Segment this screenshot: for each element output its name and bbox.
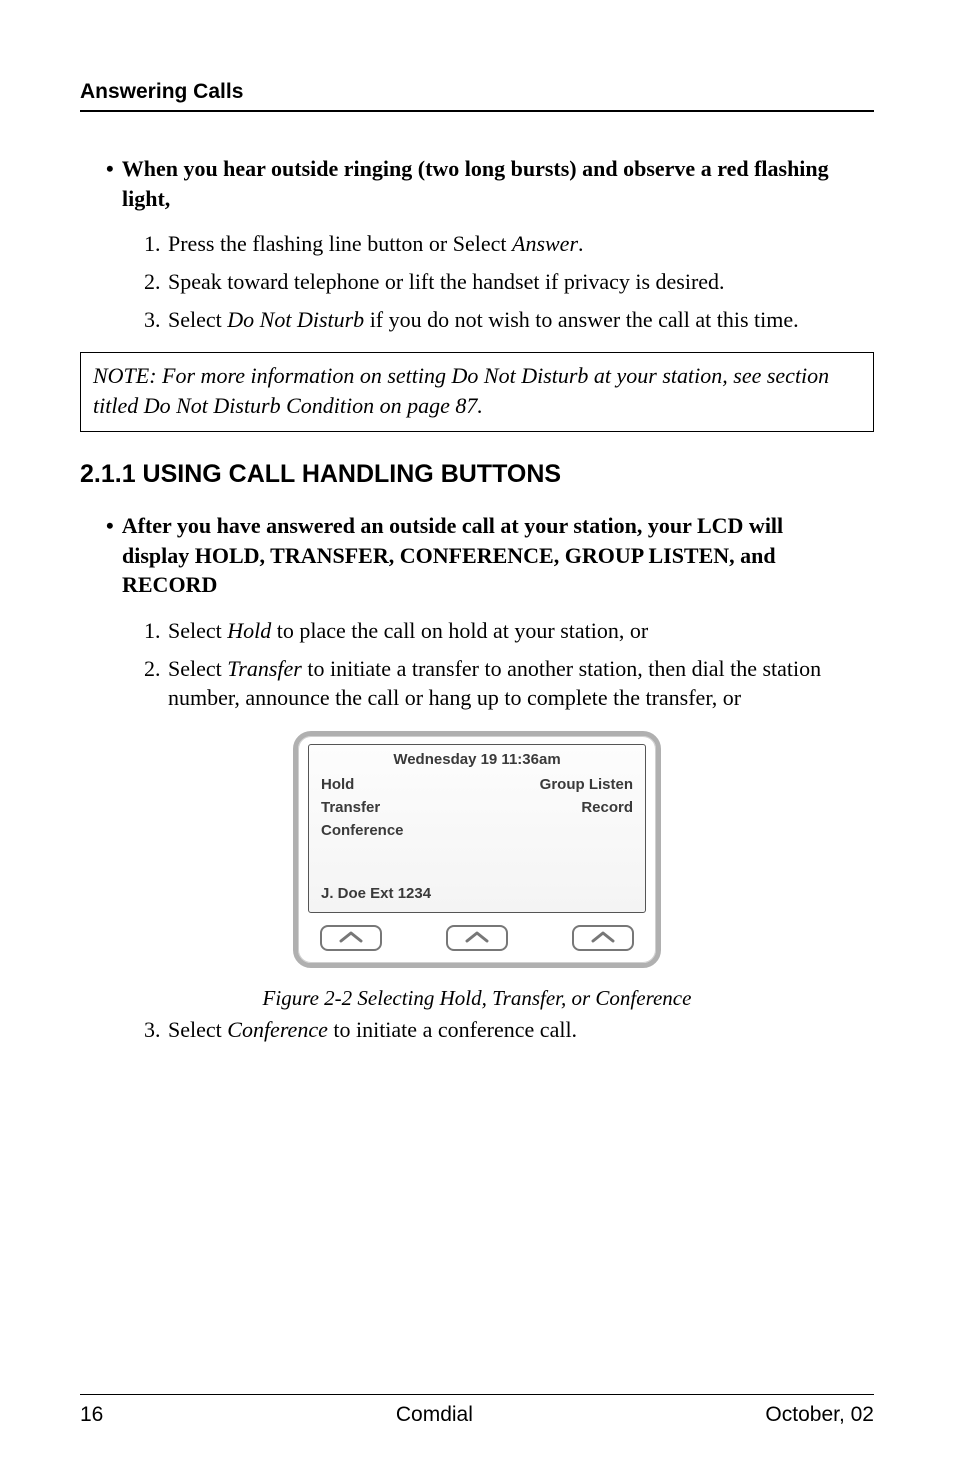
lcd-row: Hold Group Listen [321,776,633,793]
bullet-icon: • [106,513,122,538]
lcd-spacer [321,845,633,879]
subheading: 2.1.1 USING CALL HANDLING BUTTONS [80,460,874,489]
chevron-up-icon [337,925,365,951]
chevron-up-icon [589,925,617,951]
bullet-icon: • [106,156,122,181]
lcd-left: Hold [321,776,354,793]
section-a-lead: •When you hear outside ringing (two long… [106,154,874,213]
chevron-up-icon [463,925,491,951]
figure-wrap: Wednesday 19 11:36am Hold Group Listen T… [80,731,874,968]
section-b-steps-continued: Select Conference to initiate a conferen… [166,1015,874,1045]
lcd-left: Transfer [321,799,380,816]
list-item: Select Transfer to initiate a transfer t… [166,654,874,713]
step-text: Select [168,307,227,332]
running-head: Answering Calls [80,80,874,112]
step-post: to place the call on hold at your statio… [271,618,648,643]
section-b-steps: Select Hold to place the call on hold at… [166,616,874,713]
step-ital: Answer [512,231,578,256]
soft-key-3[interactable] [572,925,634,951]
page-footer: 16 Comdial October, 02 [80,1394,874,1427]
step-text: Press the flashing line button or Select [168,231,512,256]
step-text: Select [168,1017,227,1042]
note-text: NOTE: For more information on setting Do… [93,363,829,418]
step-ital: Hold [227,618,271,643]
page-number: 16 [80,1403,103,1427]
step-ital: Conference [227,1017,328,1042]
step-ital: Transfer [227,656,302,681]
lcd-right: Group Listen [540,776,633,793]
hardware-button-row [308,913,646,953]
section-a-lead-text: When you hear outside ringing (two long … [122,156,829,211]
section-b-lead: •After you have answered an outside call… [106,511,848,600]
step-post: . [578,231,584,256]
lcd-left: Conference [321,822,633,839]
list-item: Select Hold to place the call on hold at… [166,616,874,646]
step-text: Select [168,618,227,643]
lcd-screen: Wednesday 19 11:36am Hold Group Listen T… [308,744,646,913]
lcd-datetime: Wednesday 19 11:36am [321,751,633,768]
section-b-lead-text: After you have answered an outside call … [122,513,783,597]
lcd-extension: J. Doe Ext 1234 [321,885,633,902]
document-page: Answering Calls •When you hear outside r… [80,80,874,1045]
footer-center: Comdial [396,1403,473,1427]
section-a-steps: Press the flashing line button or Select… [166,229,874,334]
lcd-row: Transfer Record [321,799,633,816]
soft-key-1[interactable] [320,925,382,951]
list-item: Speak toward telephone or lift the hands… [166,267,874,297]
lcd-right: Record [581,799,633,816]
step-ital: Do Not Disturb [227,307,364,332]
list-item: Select Conference to initiate a conferen… [166,1015,874,1045]
step-text: Select [168,656,227,681]
soft-key-2[interactable] [446,925,508,951]
list-item: Press the flashing line button or Select… [166,229,874,259]
step-post: if you do not wish to answer the call at… [364,307,798,332]
note-box: NOTE: For more information on setting Do… [80,352,874,431]
figure-caption: Figure 2-2 Selecting Hold, Transfer, or … [80,986,874,1011]
list-item: Select Do Not Disturb if you do not wish… [166,305,874,335]
step-text: Speak toward telephone or lift the hands… [168,269,725,294]
step-post: to initiate a conference call. [328,1017,577,1042]
phone-lcd-panel: Wednesday 19 11:36am Hold Group Listen T… [293,731,661,968]
footer-right: October, 02 [765,1403,874,1427]
